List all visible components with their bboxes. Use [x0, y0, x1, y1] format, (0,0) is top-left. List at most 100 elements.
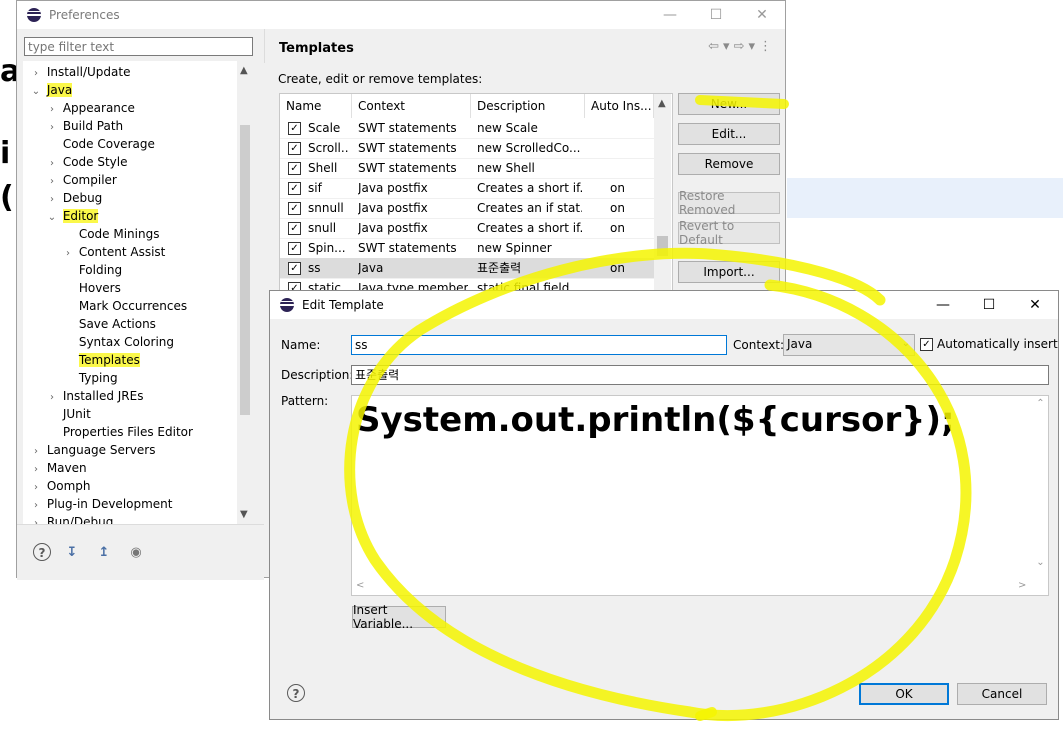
tree-item[interactable]: Properties Files Editor [45, 423, 193, 441]
pattern-vertical-scrollbar[interactable]: ⌃ ⌄ [1033, 396, 1048, 582]
row-checkbox[interactable]: ✓ [288, 162, 301, 175]
help-icon[interactable]: ? [287, 684, 305, 702]
chevron-down-icon[interactable]: ⌄ [45, 209, 59, 227]
pattern-editor[interactable]: System.out.println(${cursor}); ⌃ ⌄ < > [351, 395, 1049, 596]
tree-item[interactable]: Save Actions [61, 315, 156, 333]
tree-item[interactable]: Templates [61, 351, 140, 369]
import-prefs-icon[interactable]: ↧ [63, 543, 81, 561]
tree-item[interactable]: › Installed JREs [45, 387, 143, 405]
remove-button[interactable]: Remove [678, 153, 780, 175]
tree-item[interactable]: Mark Occurrences [61, 297, 187, 315]
table-scrollbar[interactable]: ▲ [654, 94, 671, 292]
auto-insert-checkbox[interactable]: ✓ Automatically insert [920, 337, 1058, 351]
scroll-left-icon[interactable]: < [356, 580, 364, 591]
filter-input[interactable] [24, 37, 253, 56]
tree-item[interactable]: ⌄ Java [29, 81, 73, 101]
tree-item[interactable]: › Maven [29, 459, 87, 477]
ok-button[interactable]: OK [859, 683, 949, 705]
tree-item[interactable]: › Appearance [45, 99, 135, 117]
edit-template-titlebar[interactable]: Edit Template — ☐ ✕ [270, 291, 1058, 319]
insert-variable-button[interactable]: Insert Variable... [352, 603, 446, 631]
tree-item[interactable]: › Oomph [29, 477, 91, 495]
tree-item[interactable]: › Compiler [45, 171, 117, 189]
tree-item[interactable]: ⌄ Editor [45, 207, 99, 227]
table-row[interactable]: ✓ Scroll... SWT statements new ScrolledCo..… [280, 138, 654, 159]
tree-scrollbar[interactable]: ▲ ▼ [237, 61, 253, 524]
table-row[interactable]: ✓ sif Java postfix Creates a short if... on [280, 178, 654, 199]
row-checkbox[interactable]: ✓ [288, 222, 301, 235]
row-checkbox[interactable]: ✓ [288, 182, 301, 195]
tree-item[interactable]: › Build Path [45, 117, 123, 135]
scroll-right-icon[interactable]: > [1018, 580, 1026, 591]
row-checkbox[interactable]: ✓ [288, 262, 301, 275]
tree-item[interactable]: › Language Servers [29, 441, 155, 459]
minimize-icon[interactable]: — [920, 291, 966, 319]
minimize-icon[interactable]: — [647, 1, 693, 29]
maximize-icon[interactable]: ☐ [693, 1, 739, 29]
tree-item[interactable]: › Code Style [45, 153, 128, 171]
column-header-auto-insert[interactable]: Auto Ins... [585, 94, 654, 118]
table-row[interactable]: ✓ snull Java postfix Creates a short if... o… [280, 218, 654, 239]
tree-item[interactable]: Syntax Coloring [61, 333, 174, 351]
tree-item[interactable]: Folding [61, 261, 122, 279]
tree-scroll-thumb[interactable] [240, 125, 250, 415]
preference-tree[interactable]: › Install/Update ⌄ Java › Appearance › Buil… [23, 61, 253, 524]
cell-name: Shell [308, 161, 338, 175]
table-row[interactable]: ✓ Spin... SWT statements new Spinner [280, 238, 654, 259]
table-row[interactable]: ✓ Scale SWT statements new Scale [280, 118, 654, 139]
tree-item-label: Templates [78, 353, 140, 367]
row-checkbox[interactable]: ✓ [288, 202, 301, 215]
edit-button[interactable]: Edit... [678, 123, 780, 145]
preferences-titlebar[interactable]: Preferences — ☐ ✕ [17, 1, 785, 29]
chevron-down-icon[interactable]: ⌄ [29, 83, 43, 101]
tree-item[interactable]: › Content Assist [61, 243, 165, 261]
context-dropdown[interactable]: Java ⌄ [783, 334, 915, 356]
tree-item[interactable]: Code Coverage [45, 135, 155, 153]
tree-item[interactable]: JUnit [45, 405, 91, 423]
description-field[interactable]: 표준출력 [351, 365, 1049, 385]
checkbox-icon[interactable]: ✓ [920, 337, 933, 351]
scroll-down-icon[interactable]: ⌄ [1033, 557, 1048, 568]
scroll-down-icon[interactable]: ▼ [240, 509, 248, 520]
record-icon[interactable]: ◉ [127, 543, 145, 561]
row-checkbox[interactable]: ✓ [288, 242, 301, 255]
cell-context: Java postfix [358, 181, 428, 195]
tree-item[interactable]: Code Minings [61, 225, 160, 243]
row-checkbox[interactable]: ✓ [288, 142, 301, 155]
tree-item[interactable]: › Plug-in Development [29, 495, 173, 513]
table-row[interactable]: ✓ Shell SWT statements new Shell [280, 158, 654, 179]
table-row[interactable]: ✓ ss Java 표준출력 on [280, 258, 654, 279]
templates-table[interactable]: Name Context Description Auto Ins... ✓ Sc… [279, 93, 673, 293]
history-nav-icons[interactable]: ⇦▾⇨▾⋮ [708, 39, 776, 54]
column-header-description[interactable]: Description [471, 94, 585, 118]
column-header-name[interactable]: Name [280, 94, 352, 118]
revert-to-default-button[interactable]: Revert to Default [678, 219, 780, 247]
eclipse-logo-icon [280, 298, 294, 312]
tree-item[interactable]: › Install/Update [29, 63, 130, 81]
restore-removed-button[interactable]: Restore Removed [678, 189, 780, 217]
table-row[interactable]: ✓ snnull Java postfix Creates an if stat...… [280, 198, 654, 219]
tree-item[interactable]: Hovers [61, 279, 121, 297]
help-icon[interactable]: ? [33, 543, 51, 561]
close-icon[interactable]: ✕ [1012, 291, 1058, 319]
name-field[interactable]: ss [351, 335, 727, 355]
import-button[interactable]: Import... [678, 261, 780, 283]
chevron-right-icon[interactable]: › [29, 515, 43, 524]
row-checkbox[interactable]: ✓ [288, 122, 301, 135]
tree-item[interactable]: › Run/Debug [29, 513, 113, 524]
maximize-icon[interactable]: ☐ [966, 291, 1012, 319]
scroll-up-icon[interactable]: ▲ [240, 65, 248, 76]
close-icon[interactable]: ✕ [739, 1, 785, 29]
tree-item[interactable]: Typing [61, 369, 118, 387]
tree-item[interactable]: › Debug [45, 189, 102, 207]
new-button[interactable]: New... [678, 93, 780, 115]
column-header-context[interactable]: Context [352, 94, 471, 118]
scroll-up-icon[interactable]: ▲ [658, 98, 666, 109]
pattern-horizontal-scrollbar[interactable]: < > [352, 580, 1035, 595]
export-prefs-icon[interactable]: ↥ [95, 543, 113, 561]
table-scroll-thumb[interactable] [657, 236, 668, 256]
cancel-button[interactable]: Cancel [957, 683, 1047, 705]
scroll-up-icon[interactable]: ⌃ [1033, 398, 1048, 409]
pattern-text[interactable]: System.out.println(${cursor}); [356, 400, 955, 440]
cell-description: new ScrolledCo... [477, 141, 581, 155]
